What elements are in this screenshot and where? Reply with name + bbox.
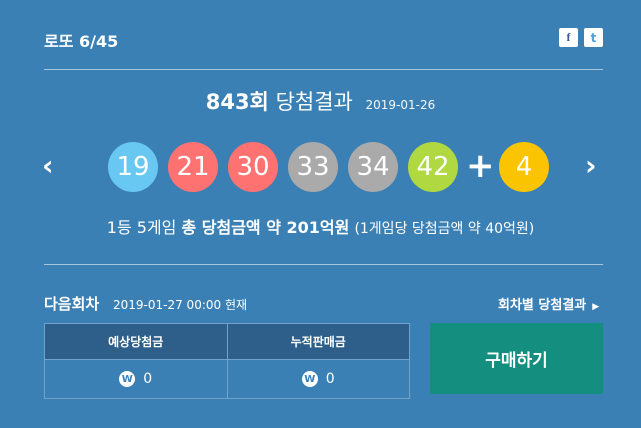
page-title: 로또 6/45 (44, 32, 119, 51)
first-prize-games: 1등 5게임 (106, 218, 177, 237)
stats-table: 예상당첨금 누적판매금 W0 W0 (44, 323, 410, 399)
number-ball: 19 (108, 142, 158, 192)
bonus-ball: 4 (499, 142, 549, 192)
number-ball: 21 (168, 142, 218, 192)
number-ball: 42 (408, 142, 458, 192)
round-title: 843회 당첨결과 2019-01-26 (0, 86, 641, 116)
next-round-arrow-icon[interactable]: › (585, 150, 597, 182)
bonus-plus-sign: + (466, 146, 495, 186)
cumulative-sales-value: 0 (325, 371, 335, 387)
prev-round-arrow-icon[interactable]: ‹ (42, 150, 54, 182)
prize-summary: 1등 5게임 총 당첨금액 약 201억원 (1게임당 당첨금액 약 40억원) (0, 214, 641, 238)
won-icon: W (301, 371, 318, 387)
round-number: 843회 (205, 90, 269, 114)
next-round-datetime: 2019-01-27 00:00 현재 (113, 298, 248, 312)
round-label: 당첨결과 (275, 90, 353, 114)
facebook-icon[interactable]: f (559, 28, 578, 47)
lotto-panel: 로또 6/45 f t 843회 당첨결과 2019-01-26 ‹ 19 21 3… (0, 0, 641, 428)
number-ball: 30 (228, 142, 278, 192)
divider (44, 264, 603, 265)
next-round-label: 다음회차 (44, 295, 100, 313)
expected-prize-value: 0 (143, 371, 153, 387)
draw-date: 2019-01-26 (365, 98, 436, 112)
won-icon: W (119, 371, 136, 387)
expected-prize-header: 예상당첨금 (44, 323, 228, 360)
first-prize-total: 총 당첨금액 약 201억원 (181, 218, 350, 237)
number-ball: 33 (288, 142, 338, 192)
round-history-link[interactable]: 회차별 당첨결과 ▶ (498, 294, 599, 313)
cumulative-sales-cell: W0 (226, 359, 410, 399)
round-history-label: 회차별 당첨결과 (498, 298, 587, 313)
social-share: f t (559, 28, 603, 47)
cumulative-sales-header: 누적판매금 (226, 323, 410, 360)
twitter-icon[interactable]: t (584, 28, 603, 47)
chevron-right-icon: ▶ (592, 302, 600, 312)
expected-prize-cell: W0 (44, 359, 228, 399)
first-prize-per-game: (1게임당 당첨금액 약 40억원) (354, 221, 535, 237)
panel-header: 로또 6/45 f t (44, 28, 603, 52)
number-ball: 34 (348, 142, 398, 192)
buy-button[interactable]: 구매하기 (430, 323, 603, 394)
winning-numbers: ‹ 19 21 30 33 34 42 + 4 › (0, 142, 641, 192)
divider (44, 69, 603, 70)
